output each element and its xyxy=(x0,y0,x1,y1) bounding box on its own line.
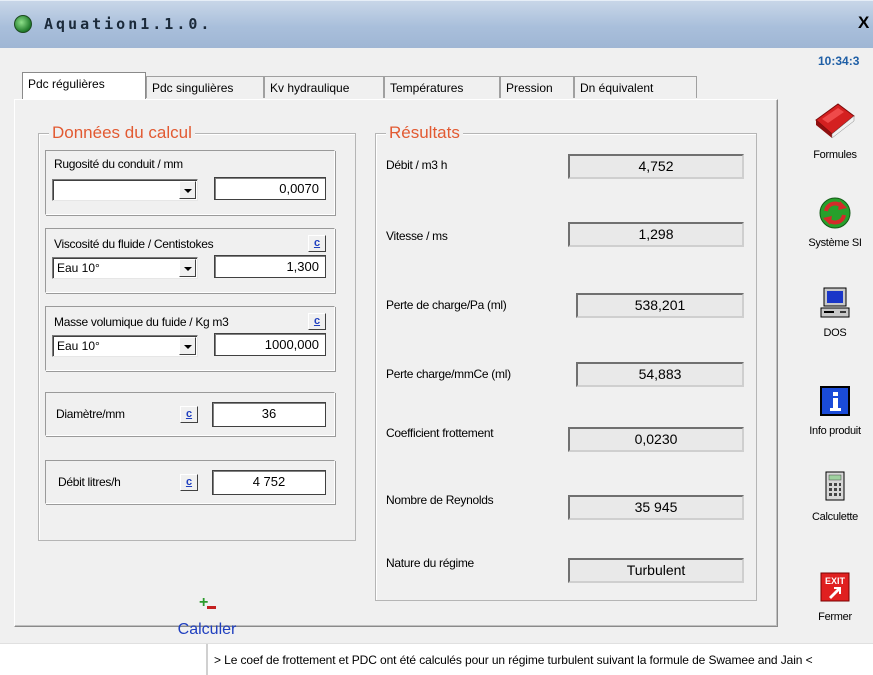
masse-select[interactable]: Eau 10° xyxy=(52,335,198,357)
result-label: Débit / m3 h xyxy=(386,158,448,172)
formules-button[interactable]: Formules xyxy=(803,98,867,161)
calculer-button[interactable]: + Calculer xyxy=(167,595,247,639)
exit-text: EXIT xyxy=(825,576,846,586)
debit-box: Débit litres/h c 4 752 xyxy=(45,460,335,504)
viscosite-box: Viscosité du fluide / Centistokes c Eau … xyxy=(45,228,335,293)
info-icon xyxy=(820,386,850,416)
result-value: 4,752 xyxy=(568,154,744,179)
result-label: Coefficient frottement xyxy=(386,426,494,440)
result-value: 538,201 xyxy=(576,293,744,318)
result-value: 1,298 xyxy=(568,222,744,247)
book-icon xyxy=(815,103,855,139)
fermer-button[interactable]: EXIT Fermer xyxy=(803,570,867,623)
result-label: Vitesse / ms xyxy=(386,229,448,243)
masse-box: Masse volumique du fuide / Kg m3 c Eau 1… xyxy=(45,306,335,371)
main-area: 10:34:3 Pdc régulières Pdc singulières K… xyxy=(0,48,873,643)
window-title: Aquation1.1.0. xyxy=(44,15,213,33)
info-produit-button[interactable]: Info produit xyxy=(803,384,867,437)
viscosite-input[interactable]: 1,300 xyxy=(214,255,326,278)
status-message: > Le coef de frottement et PDC ont été c… xyxy=(214,653,813,667)
viscosite-label: Viscosité du fluide / Centistokes xyxy=(54,237,214,251)
viscosite-select-value: Eau 10° xyxy=(57,261,100,275)
viscosite-c-button[interactable]: c xyxy=(308,235,326,252)
calculette-label: Calculette xyxy=(812,511,858,523)
tab-pdc-regulieres[interactable]: Pdc régulières xyxy=(22,72,146,99)
calculator-icon xyxy=(825,471,845,501)
result-label: Nature du régime xyxy=(386,556,474,570)
formules-label: Formules xyxy=(813,149,857,161)
masse-input[interactable]: 1000,000 xyxy=(214,333,326,356)
dos-label: DOS xyxy=(823,327,847,339)
fermer-label: Fermer xyxy=(818,611,852,623)
calculer-label[interactable]: Calculer xyxy=(167,621,247,639)
rugosite-select[interactable] xyxy=(52,179,198,201)
results-group-title: Résultats xyxy=(386,123,463,143)
refresh-icon xyxy=(819,197,851,229)
masse-label: Masse volumique du fuide / Kg m3 xyxy=(54,315,229,329)
tab-dn-equivalent[interactable]: Dn équivalent xyxy=(574,76,697,98)
result-label: Nombre de Reynolds xyxy=(386,493,494,507)
plus-minus-icon: + xyxy=(197,595,217,616)
clock: 10:34:3 xyxy=(818,54,860,68)
tab-temperatures[interactable]: Températures xyxy=(384,76,500,98)
app-icon xyxy=(14,15,32,33)
chevron-down-icon[interactable] xyxy=(179,181,196,199)
result-value: 35 945 xyxy=(568,495,744,520)
tab-pression[interactable]: Pression xyxy=(500,76,574,98)
calculette-button[interactable]: Calculette xyxy=(803,470,867,523)
results-group: Résultats Débit / m3 h 4,752 Vitesse / m… xyxy=(375,123,757,601)
tab-kv-hydraulique[interactable]: Kv hydraulique xyxy=(264,76,384,98)
diametre-box: Diamètre/mm c 36 xyxy=(45,392,335,436)
input-group: Données du calcul Rugosité du conduit / … xyxy=(38,123,356,541)
diametre-label: Diamètre/mm xyxy=(56,407,125,421)
result-value: 54,883 xyxy=(576,362,744,387)
debit-c-button[interactable]: c xyxy=(180,474,198,491)
result-label: Perte de charge/Pa (ml) xyxy=(386,298,507,312)
diametre-c-button[interactable]: c xyxy=(180,406,198,423)
input-group-title: Données du calcul xyxy=(49,123,195,143)
debit-label: Débit litres/h xyxy=(58,475,121,489)
status-divider xyxy=(206,644,208,675)
tab-pdc-singulieres[interactable]: Pdc singulières xyxy=(146,76,264,98)
rugosite-label: Rugosité du conduit / mm xyxy=(54,157,183,171)
title-bar: Aquation1.1.0. X xyxy=(0,0,873,48)
systeme-si-button[interactable]: Système SI xyxy=(803,196,867,249)
status-bar: > Le coef de frottement et PDC ont été c… xyxy=(0,643,873,675)
close-button[interactable]: X xyxy=(858,13,869,33)
result-value: 0,0230 xyxy=(568,427,744,452)
rugosite-box: Rugosité du conduit / mm 0,0070 xyxy=(45,150,335,215)
dos-button[interactable]: DOS xyxy=(803,286,867,339)
viscosite-select[interactable]: Eau 10° xyxy=(52,257,198,279)
masse-select-value: Eau 10° xyxy=(57,339,100,353)
result-value: Turbulent xyxy=(568,558,744,583)
systeme-si-label: Système SI xyxy=(808,237,862,249)
rugosite-input[interactable]: 0,0070 xyxy=(214,177,326,200)
debit-input[interactable]: 4 752 xyxy=(212,470,326,495)
chevron-down-icon[interactable] xyxy=(179,337,196,355)
tab-panel: Données du calcul Rugosité du conduit / … xyxy=(14,99,778,638)
info-produit-label: Info produit xyxy=(809,425,861,437)
diametre-input[interactable]: 36 xyxy=(212,402,326,427)
computer-icon xyxy=(820,287,850,318)
chevron-down-icon[interactable] xyxy=(179,259,196,277)
exit-icon: EXIT xyxy=(820,572,850,602)
masse-c-button[interactable]: c xyxy=(308,313,326,330)
result-label: Perte charge/mmCe (ml) xyxy=(386,367,511,381)
